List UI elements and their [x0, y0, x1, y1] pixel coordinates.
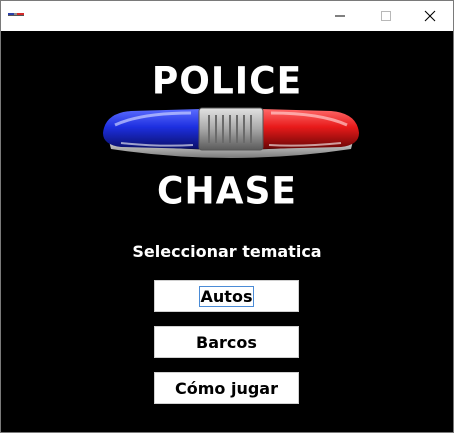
barcos-button-label: Barcos: [196, 332, 257, 352]
close-icon: [424, 10, 436, 22]
maximize-icon: [381, 11, 391, 21]
minimize-icon: [335, 15, 345, 17]
select-theme-heading: Seleccionar tematica: [132, 242, 322, 261]
how-to-play-button-label: Cómo jugar: [175, 378, 278, 398]
app-icon: [8, 13, 24, 17]
how-to-play-button[interactable]: Cómo jugar: [154, 372, 299, 404]
title-bar[interactable]: [1, 1, 453, 31]
logo-title-chase: CHASE: [157, 169, 297, 214]
app-window: POLICE CHASE Seleccionar tematica Autos …: [0, 0, 454, 433]
police-lightbar-image: [103, 107, 359, 158]
maximize-button[interactable]: [363, 1, 409, 31]
autos-button[interactable]: Autos: [154, 280, 299, 312]
logo-title-police: POLICE: [151, 59, 303, 104]
autos-button-label: Autos: [198, 285, 255, 307]
minimize-button[interactable]: [317, 1, 363, 31]
main-content: POLICE CHASE Seleccionar tematica Autos …: [1, 31, 453, 432]
barcos-button[interactable]: Barcos: [154, 326, 299, 358]
close-button[interactable]: [407, 1, 453, 31]
